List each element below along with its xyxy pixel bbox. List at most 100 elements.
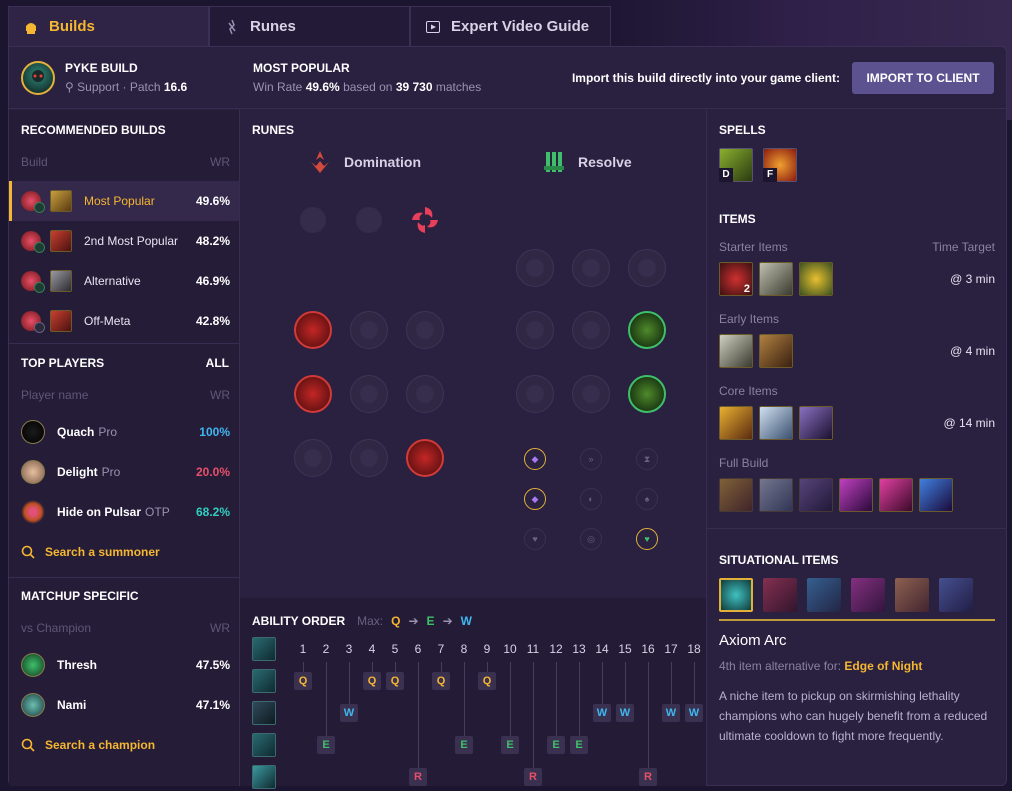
rune-icon[interactable] [572,311,610,349]
player-row-hide-on-pulsar[interactable]: Hide on Pulsar OTP 68.2% [21,492,230,532]
patch-value: 16.6 [163,80,188,94]
ability-level-cell: Q [478,672,496,690]
rune-icon[interactable] [406,375,444,413]
ward-item-icon[interactable] [799,262,833,296]
build-name: Most Popular [84,194,155,208]
adaptive-shard-icon[interactable]: ◆ [524,488,546,510]
matchup-row-nami[interactable]: Nami 47.1% [21,685,230,725]
adaptive-shard-icon[interactable]: ◆ [524,448,546,470]
core-item-icon[interactable] [759,406,793,440]
matches-value: 39 730 [395,80,433,94]
rune-icon[interactable] [572,375,610,413]
search-champion-label: Search a champion [45,738,156,752]
situational-item-icon[interactable] [939,578,973,612]
max-label: Max: [357,614,384,628]
level-number: 1 [299,642,307,656]
full-item-icon[interactable] [759,478,793,512]
tab-builds[interactable]: Builds [8,6,209,46]
core-item-icon[interactable] [719,406,753,440]
build-option-off-meta[interactable]: Off-Meta 42.8% [9,301,239,341]
health-scaling-shard-icon[interactable]: ♠ [636,488,658,510]
all-players-link[interactable]: ALL [206,356,229,370]
rune-icon[interactable] [294,375,332,413]
rune-icon[interactable] [406,311,444,349]
level-connector [648,662,649,768]
player-name: Delight Pro [57,465,121,479]
import-to-client-button[interactable]: IMPORT TO CLIENT [852,61,994,94]
build-header: PYKE BUILD ⚲ Support · Patch 16.6 MOST P… [9,47,1006,109]
ability-level-cell: R [409,768,427,786]
top-players-header: Player name WR [21,388,230,402]
level-connector [372,662,373,672]
tab-expert-video-guide[interactable]: Expert Video Guide [410,6,611,46]
tab-runes[interactable]: Runes [209,6,410,46]
world-atlas-item-icon[interactable] [759,262,793,296]
player-row-quach[interactable]: Quach Pro 100% [21,412,230,452]
ability-level-cell: R [639,768,657,786]
popular-title: MOST POPULAR [253,61,350,75]
rune-icon[interactable] [516,249,554,287]
rune-icon[interactable] [350,311,388,349]
level-number: 7 [437,642,445,656]
health-shard-icon[interactable]: ♥ [636,528,658,550]
tenacity-shard-icon[interactable]: ◎ [580,528,602,550]
situational-item-icon[interactable] [763,578,797,612]
axiom-arc-item-icon[interactable] [719,578,753,612]
keystone-rune-icon[interactable] [294,201,332,239]
boots-item-icon[interactable] [759,334,793,368]
rune-icon[interactable] [294,439,332,477]
long-sword-item-icon[interactable] [719,334,753,368]
keystone-rune-icon[interactable] [350,201,388,239]
potion-item-icon[interactable]: 2 [719,262,753,296]
full-item-icon[interactable] [719,478,753,512]
matches-label: matches [435,80,482,94]
level-connector [602,662,603,704]
ability-level-cell: Q [432,672,450,690]
search-champion-link[interactable]: Search a champion [21,738,155,752]
level-number: 16 [641,642,655,656]
build-panel: PYKE BUILD ⚲ Support · Patch 16.6 MOST P… [8,46,1007,789]
search-summoner-link[interactable]: Search a summoner [21,545,160,559]
electrocute-rune-icon[interactable] [406,201,444,239]
situational-item-icon[interactable] [851,578,885,612]
build-option-alternative[interactable]: Alternative 46.9% [9,261,239,301]
level-number: 2 [322,642,330,656]
full-item-icon[interactable] [799,478,833,512]
rune-icon[interactable] [294,311,332,349]
rune-icon[interactable] [406,439,444,477]
matchup-row-thresh[interactable]: Thresh 47.5% [21,645,230,685]
rune-icon[interactable] [572,249,610,287]
flash-spell-icon[interactable]: F [763,148,797,182]
health-shard-icon[interactable]: ♥ [524,528,546,550]
build-option-most-popular[interactable]: Most Popular 49.6% [9,181,239,221]
rune-icon[interactable] [350,439,388,477]
situational-items-title: SITUATIONAL ITEMS [719,553,839,567]
player-row-delight[interactable]: Delight Pro 20.0% [21,452,230,492]
col-wr: WR [210,155,230,169]
rune-icon[interactable] [516,311,554,349]
situational-item-icon[interactable] [807,578,841,612]
attack-speed-shard-icon[interactable]: » [580,448,602,470]
rune-icon[interactable] [628,311,666,349]
full-item-icon[interactable] [839,478,873,512]
rune-icon[interactable] [516,375,554,413]
rune-icon[interactable] [628,375,666,413]
ignite-spell-icon[interactable]: D [719,148,753,182]
level-connector [349,662,350,704]
helmet-icon [23,19,39,35]
player-avatar [21,420,45,444]
rune-icon[interactable] [350,375,388,413]
movement-shard-icon[interactable]: ◐ [580,488,602,510]
runes-title: RUNES [252,123,295,137]
full-item-icon[interactable] [879,478,913,512]
core-item-icon[interactable] [799,406,833,440]
item-icon [50,310,72,332]
items-title: ITEMS [719,212,756,226]
alt-item-name: Edge of Night [844,659,923,673]
full-item-icon[interactable] [919,478,953,512]
r-ability-icon [252,765,276,789]
rune-icon[interactable] [628,249,666,287]
situational-item-icon[interactable] [895,578,929,612]
ability-haste-shard-icon[interactable]: ⧗ [636,448,658,470]
build-option-2nd-most-popular[interactable]: 2nd Most Popular 48.2% [9,221,239,261]
